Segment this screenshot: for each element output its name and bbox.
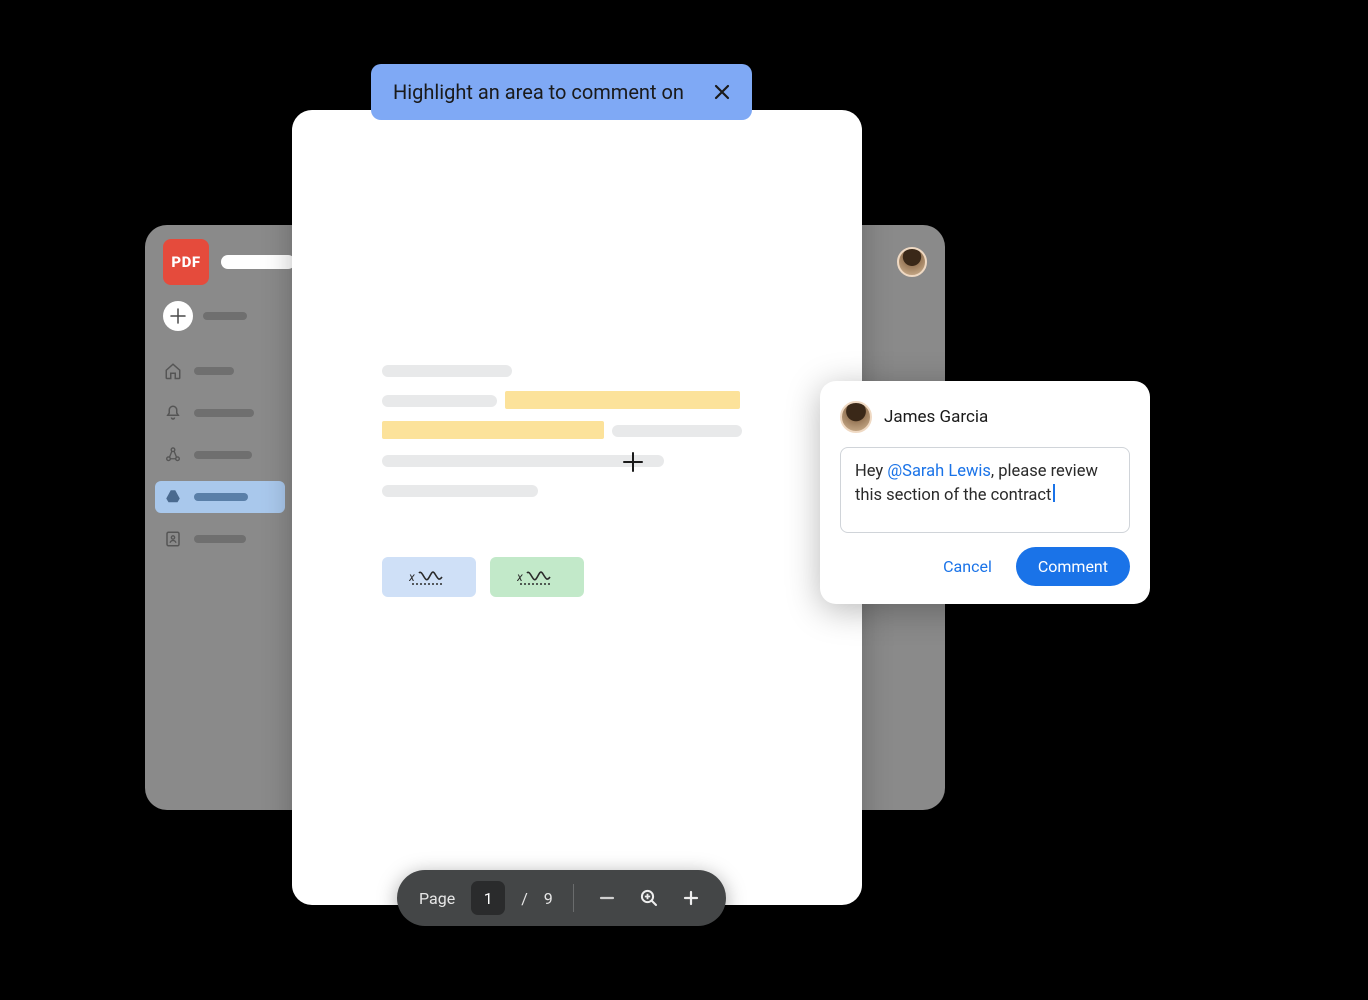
page-number-input[interactable]: 1 [471, 881, 505, 915]
drive-icon [163, 487, 183, 507]
sidebar-item-home[interactable] [163, 355, 295, 387]
page-separator: / [521, 889, 528, 908]
signature-icon: x [517, 567, 557, 587]
text-line-with-highlight [382, 395, 800, 407]
minus-icon [598, 889, 616, 907]
sidebar-label-bar [194, 367, 234, 375]
comment-header: James Garcia [840, 401, 1130, 433]
text-line-with-highlight [382, 425, 800, 437]
signature-field-1[interactable]: x [382, 557, 476, 597]
tooltip-text: Highlight an area to comment on [393, 80, 684, 104]
highlight-tooltip-banner: Highlight an area to comment on [371, 64, 752, 120]
magnifier-plus-icon [639, 888, 659, 908]
share-icon [163, 445, 183, 465]
zoom-in-button[interactable] [678, 885, 704, 911]
comment-submit-button[interactable]: Comment [1016, 547, 1130, 586]
zoom-fit-button[interactable] [636, 885, 662, 911]
new-label-bar [203, 312, 247, 320]
page-total: 9 [544, 889, 553, 908]
text-cursor [1053, 484, 1055, 502]
comment-mention[interactable]: @Sarah Lewis [887, 462, 991, 481]
pdf-logo-badge: PDF [163, 239, 209, 285]
text-skeleton [382, 395, 497, 407]
svg-text:x: x [409, 570, 415, 584]
page-label: Page [419, 889, 455, 908]
tooltip-close-button[interactable] [710, 80, 734, 104]
highlight-segment[interactable] [382, 421, 604, 439]
close-icon [713, 83, 731, 101]
comment-popup: James Garcia Hey @Sarah Lewis, please re… [820, 381, 1150, 604]
text-skeleton [382, 365, 512, 377]
highlight-cursor-icon [622, 451, 644, 473]
document-page[interactable]: x x [292, 110, 862, 905]
text-skeleton [382, 485, 538, 497]
comment-author-avatar [840, 401, 872, 433]
search-placeholder-pill[interactable] [221, 255, 295, 269]
svg-text:x: x [517, 570, 523, 584]
sidebar-item-notifications[interactable] [163, 397, 295, 429]
signature-icon: x [409, 567, 449, 587]
zoom-out-button[interactable] [594, 885, 620, 911]
plus-icon [682, 889, 700, 907]
home-icon [163, 361, 183, 381]
toolbar-divider [573, 884, 574, 912]
signature-field-2[interactable]: x [490, 557, 584, 597]
sidebar-label-bar [194, 493, 248, 501]
comment-text-input[interactable]: Hey @Sarah Lewis, please review this sec… [840, 447, 1130, 533]
sidebar-label-bar [194, 409, 254, 417]
comment-text-pre: Hey [855, 462, 887, 481]
sidebar-label-bar [194, 451, 252, 459]
signature-row: x x [382, 557, 800, 597]
comment-actions: Cancel Comment [840, 547, 1130, 586]
highlight-segment[interactable] [505, 391, 740, 409]
sidebar-new-row[interactable] [163, 301, 295, 331]
sidebar-label-bar [194, 535, 246, 543]
cancel-button[interactable]: Cancel [939, 549, 996, 584]
text-skeleton [612, 425, 742, 437]
sidebar-item-contacts[interactable] [163, 523, 295, 555]
new-button[interactable] [163, 301, 193, 331]
bell-icon [163, 403, 183, 423]
sidebar-item-drive[interactable] [155, 481, 285, 513]
sidebar-item-shared[interactable] [163, 439, 295, 471]
sidebar [145, 295, 295, 565]
page-toolbar: Page 1 / 9 [397, 870, 726, 926]
header-avatar[interactable] [897, 247, 927, 277]
comment-author-name: James Garcia [884, 407, 988, 427]
contacts-icon [163, 529, 183, 549]
document-content: x x [292, 110, 862, 597]
